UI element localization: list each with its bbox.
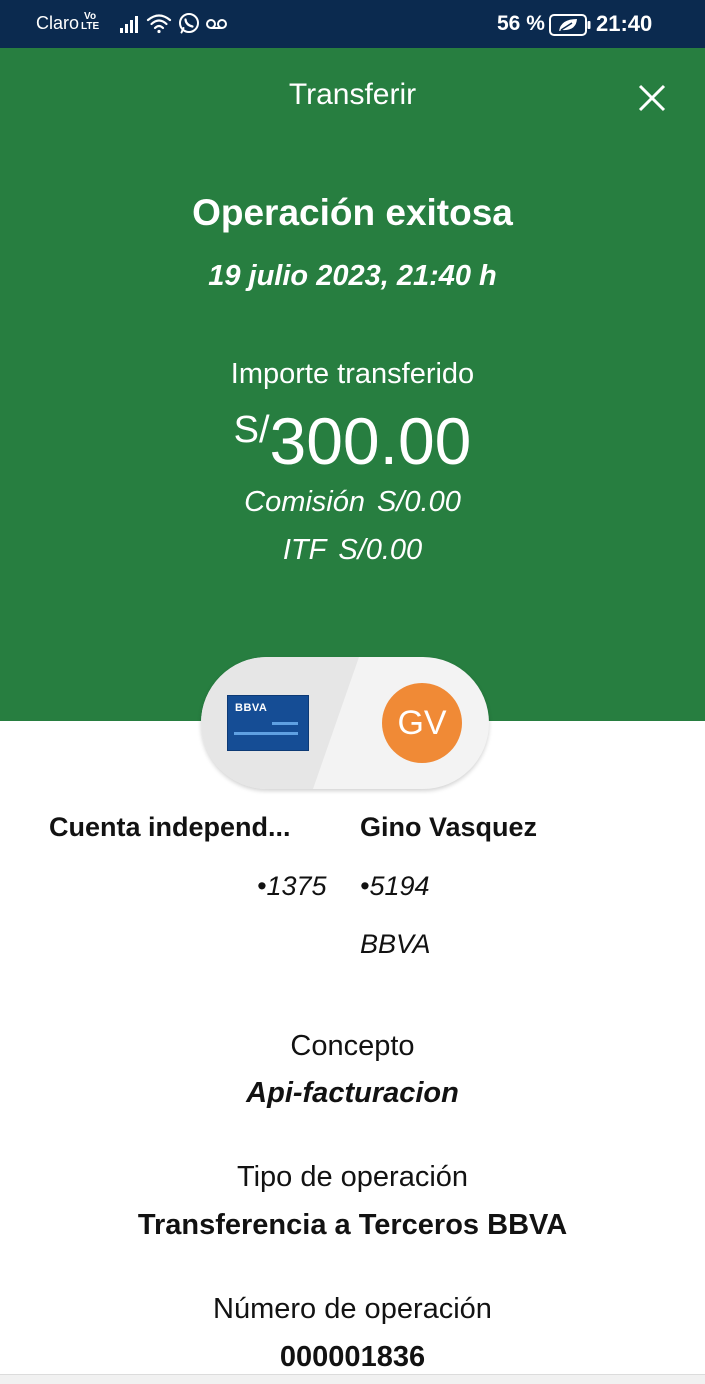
transfer-direction-pill: BBVA GV (201, 657, 489, 789)
wifi-icon (146, 14, 172, 34)
amount-currency: S/ (233, 409, 270, 451)
card-stripe (234, 732, 298, 735)
whatsapp-icon (179, 13, 199, 34)
clock: 21:40 (596, 11, 653, 36)
operation-type-value: Transferencia a Terceros BBVA (137, 1209, 568, 1241)
avatar-initials: GV (397, 703, 447, 742)
card-stripe (272, 722, 298, 725)
concept-label: Concepto (290, 1030, 415, 1062)
avatar: GV (382, 683, 462, 763)
origin-account-number: •1375 (257, 871, 327, 901)
carrier-name: Claro (36, 13, 80, 33)
volte-bottom-label: LTE (81, 21, 100, 32)
close-icon (638, 84, 666, 112)
success-header: Transferir Operación exitosa 19 julio 20… (0, 48, 705, 721)
operation-status-title: Operación exitosa (192, 192, 513, 233)
card-logo: BBVA (235, 702, 268, 714)
status-bar: Claro Vo LTE 56 % 21:40 (0, 0, 705, 48)
close-button[interactable] (630, 78, 674, 118)
operation-type-label: Tipo de operación (236, 1161, 469, 1193)
amount-display: S/300.00 (0, 390, 705, 500)
concept-value: Api-facturacion (246, 1077, 459, 1109)
battery-icon (549, 14, 591, 36)
voicemail-icon (206, 19, 227, 29)
operation-number-value: 000001836 (279, 1341, 426, 1373)
origin-account-name: Cuenta independ... (49, 812, 291, 842)
status-icons (120, 13, 227, 34)
commission-value: S/0.00 (377, 486, 461, 518)
page-title: Transferir (288, 78, 417, 111)
operation-date: 19 julio 2023, 21:40 h (208, 260, 497, 292)
amount-label: Importe transferido (230, 358, 475, 390)
itf-value: S/0.00 (338, 534, 423, 566)
battery-percent: 56 % (497, 12, 545, 35)
itf-label: ITF (282, 534, 327, 566)
destination-account-name: Gino Vasquez (360, 812, 538, 842)
destination-bank: BBVA (360, 929, 431, 959)
operation-number-label: Número de operación (213, 1293, 492, 1325)
signal-icon (120, 16, 138, 33)
commission-row: Comisión S/0.00 (0, 486, 705, 519)
amount-value: 300.00 (269, 404, 472, 478)
bank-card-icon: BBVA (227, 695, 309, 751)
itf-row: ITF S/0.00 (0, 534, 705, 567)
destination-account-number: •5194 (360, 871, 430, 901)
commission-label: Comisión (244, 486, 366, 518)
volte-indicator: Vo LTE (81, 12, 99, 32)
